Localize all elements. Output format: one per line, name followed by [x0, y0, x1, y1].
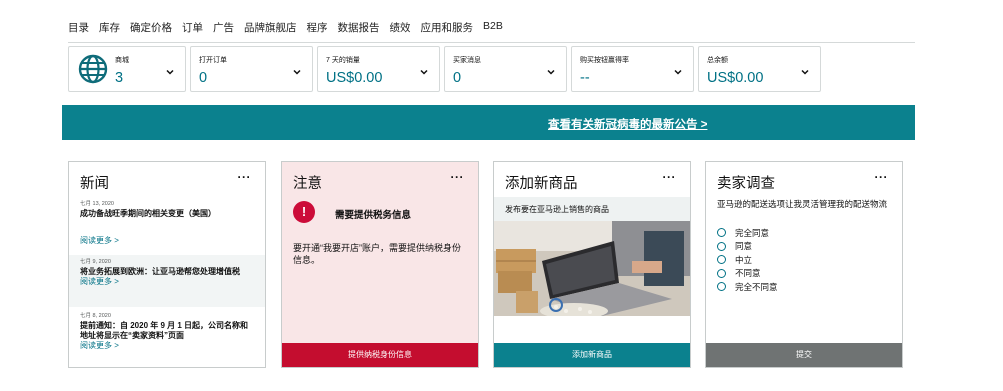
- chevron-down-icon[interactable]: [165, 67, 175, 77]
- nav-item-programs[interactable]: 程序: [307, 20, 328, 34]
- more-options-icon[interactable]: ···: [451, 170, 465, 184]
- metric-total-balance[interactable]: 总余额 US$0.00: [698, 46, 821, 92]
- alert-icon: !: [293, 201, 315, 223]
- nav-divider: [68, 42, 915, 43]
- metric-value: 3: [115, 70, 124, 86]
- provide-tax-info-button[interactable]: 提供纳税身份信息: [282, 343, 478, 367]
- top-nav: 目录 库存 确定价格 订单 广告 品牌旗舰店 程序 数据报告 绩效 应用和服务 …: [68, 20, 503, 34]
- nav-item-apps[interactable]: 应用和服务: [421, 20, 474, 34]
- seller-workspace-image: [494, 221, 690, 316]
- chevron-down-icon[interactable]: [800, 67, 810, 77]
- metric-value: US$0.00: [707, 70, 764, 86]
- chevron-down-icon[interactable]: [546, 67, 556, 77]
- survey-option[interactable]: 不同意: [717, 267, 778, 281]
- more-options-icon[interactable]: ···: [663, 170, 677, 184]
- covid-announcement-link[interactable]: 查看有关新冠病毒的最新公告 >: [548, 116, 707, 132]
- add-new-product-button[interactable]: 添加新商品: [494, 343, 690, 367]
- chevron-down-icon[interactable]: [419, 67, 429, 77]
- read-more-link[interactable]: 阅读更多 >: [80, 277, 254, 287]
- metric-label: 总余额: [707, 57, 728, 64]
- nav-item-pricing[interactable]: 确定价格: [130, 20, 172, 34]
- news-headline[interactable]: 将业务拓展到欧洲：让亚马逊帮您处理增值税: [80, 267, 254, 277]
- metrics-bar: 商城 3 打开订单 0 7 天的销量 US$0.00 买家消息 0 购买按钮赢得…: [68, 46, 915, 92]
- option-label: 完全同意: [735, 227, 770, 238]
- metric-buyer-messages[interactable]: 买家消息 0: [444, 46, 567, 92]
- notice-card: 注意 ··· ! 需要提供税务信息 要开通“我要开店”账户，需要提供纳税身份信息…: [281, 161, 479, 368]
- radio-button[interactable]: [717, 268, 726, 278]
- seller-survey-card: 卖家调查 ··· 亚马逊的配送选项让我灵活管理我的配送物流 完全同意 同意 中立…: [705, 161, 903, 368]
- metric-value: 0: [199, 70, 208, 86]
- metric-value: --: [580, 70, 590, 86]
- option-label: 不同意: [735, 268, 761, 279]
- nav-item-reports[interactable]: 数据报告: [338, 20, 380, 34]
- news-card: 新闻 ··· 七月 13, 2020 成功备战旺季期间的相关变更（美国） 阅读更…: [68, 161, 266, 368]
- read-more-link[interactable]: 阅读更多 >: [80, 236, 119, 246]
- chevron-down-icon[interactable]: [292, 67, 302, 77]
- metric-value: 0: [453, 70, 462, 86]
- news-item: 七月 13, 2020 成功备战旺季期间的相关变更（美国） 阅读更多 >: [69, 200, 265, 254]
- read-more-link[interactable]: 阅读更多 >: [80, 341, 254, 351]
- notice-heading: 需要提供税务信息: [335, 210, 412, 221]
- metric-7day-sales[interactable]: 7 天的销量 US$0.00: [317, 46, 440, 92]
- metric-label: 7 天的销量: [326, 57, 360, 64]
- option-label: 中立: [735, 254, 753, 265]
- option-label: 同意: [735, 241, 753, 252]
- metric-label: 打开订单: [199, 57, 227, 64]
- news-headline[interactable]: 成功备战旺季期间的相关变更（美国）: [80, 209, 254, 219]
- card-title: 新闻: [80, 176, 109, 192]
- nav-item-inventory[interactable]: 库存: [99, 20, 120, 34]
- submit-survey-button[interactable]: 提交: [706, 343, 902, 367]
- survey-option[interactable]: 中立: [717, 253, 778, 267]
- metric-label: 买家消息: [453, 57, 481, 64]
- nav-item-advertising[interactable]: 广告: [213, 20, 234, 34]
- nav-item-b2b[interactable]: B2B: [483, 20, 503, 34]
- nav-item-performance[interactable]: 绩效: [390, 20, 411, 34]
- card-title: 注意: [293, 176, 322, 192]
- radio-button[interactable]: [717, 255, 726, 265]
- news-date: 七月 13, 2020: [80, 201, 114, 207]
- nav-item-catalog[interactable]: 目录: [68, 20, 89, 34]
- news-headline[interactable]: 提前通知：自 2020 年 9 月 1 日起，公司名称和地址将显示在“卖家资料”…: [80, 321, 254, 341]
- add-product-description: 发布要在亚马逊上销售的商品: [494, 197, 690, 221]
- metric-value: US$0.00: [326, 70, 383, 86]
- nav-item-stores[interactable]: 品牌旗舰店: [244, 20, 297, 34]
- more-options-icon[interactable]: ···: [875, 170, 889, 184]
- metric-open-orders[interactable]: 打开订单 0: [190, 46, 313, 92]
- news-item: 七月 8, 2020 提前通知：自 2020 年 9 月 1 日起，公司名称和地…: [69, 312, 265, 364]
- survey-option[interactable]: 完全不同意: [717, 280, 778, 294]
- survey-question: 亚马逊的配送选项让我灵活管理我的配送物流: [717, 199, 888, 209]
- survey-options: 完全同意 同意 中立 不同意 完全不同意: [717, 226, 778, 294]
- card-title: 添加新商品: [505, 176, 578, 192]
- radio-button[interactable]: [717, 241, 726, 251]
- metric-label: 购买按钮赢得率: [580, 57, 629, 64]
- nav-item-orders[interactable]: 订单: [182, 20, 203, 34]
- radio-button[interactable]: [717, 228, 726, 238]
- card-title: 卖家调查: [717, 176, 775, 192]
- globe-icon: [78, 54, 108, 84]
- metric-label: 商城: [115, 57, 129, 64]
- news-date: 七月 9, 2020: [80, 259, 111, 265]
- metric-buybox-rate[interactable]: 购买按钮赢得率 --: [571, 46, 694, 92]
- announcement-banner: 查看有关新冠病毒的最新公告 >: [62, 105, 915, 140]
- metric-marketplaces[interactable]: 商城 3: [68, 46, 186, 92]
- news-date: 七月 8, 2020: [80, 313, 111, 319]
- chevron-down-icon[interactable]: [673, 67, 683, 77]
- survey-option[interactable]: 完全同意: [717, 226, 778, 240]
- more-options-icon[interactable]: ···: [238, 170, 252, 184]
- radio-button[interactable]: [717, 282, 726, 292]
- survey-option[interactable]: 同意: [717, 240, 778, 254]
- notice-body: 要开通“我要开店”账户，需要提供纳税身份信息。: [293, 243, 461, 265]
- option-label: 完全不同意: [735, 281, 778, 292]
- news-item: 七月 9, 2020 将业务拓展到欧洲：让亚马逊帮您处理增值税 阅读更多 >: [69, 255, 265, 307]
- add-product-card: 添加新商品 ··· 发布要在亚马逊上销售的商品 添加新商品: [493, 161, 691, 368]
